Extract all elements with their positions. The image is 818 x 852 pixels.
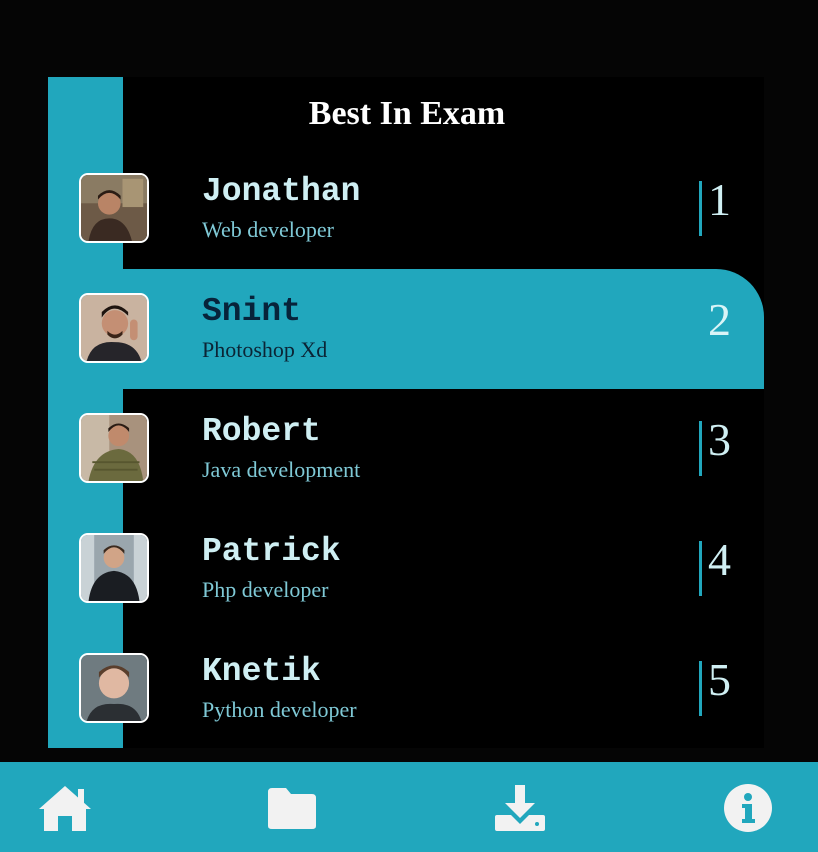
avatar-photo <box>81 295 147 361</box>
download-icon <box>495 785 545 831</box>
rank-divider <box>699 541 702 596</box>
avatar <box>79 413 149 483</box>
person-name: Jonathan <box>202 173 361 210</box>
avatar-photo <box>81 655 147 721</box>
rank-number: 1 <box>708 174 731 225</box>
leaderboard-row[interactable]: Knetik Python developer 5 <box>48 629 764 749</box>
leaderboard-list: Jonathan Web developer 1 Snint Photoshop… <box>48 149 764 749</box>
avatar-photo <box>81 415 147 481</box>
home-button[interactable] <box>35 782 95 834</box>
leaderboard-row[interactable]: Patrick Php developer 4 <box>48 509 764 629</box>
person-name: Robert <box>202 413 321 450</box>
person-role: Python developer <box>202 697 357 722</box>
avatar <box>79 173 149 243</box>
download-button[interactable] <box>490 782 550 834</box>
leaderboard-row[interactable]: Jonathan Web developer 1 <box>48 149 764 269</box>
rank-divider <box>699 661 702 716</box>
avatar <box>79 653 149 723</box>
rank-number: 2 <box>708 294 731 345</box>
person-name: Snint <box>202 293 302 330</box>
rank-number: 3 <box>708 414 731 465</box>
person-name: Knetik <box>202 653 321 690</box>
home-icon <box>39 786 91 831</box>
info-button[interactable] <box>718 782 778 834</box>
avatar-photo <box>81 175 147 241</box>
folder-button[interactable] <box>262 782 322 834</box>
rank-divider <box>699 421 702 476</box>
person-role: Web developer <box>202 217 334 242</box>
folder-icon <box>268 788 316 829</box>
leaderboard-row[interactable]: Robert Java development 3 <box>48 389 764 509</box>
rank-number: 5 <box>708 654 731 705</box>
rank-divider <box>699 181 702 236</box>
active-row-highlight <box>48 269 764 389</box>
person-role: Java development <box>202 457 361 482</box>
person-role: Photoshop Xd <box>202 337 328 362</box>
card-title: Best In Exam <box>308 95 506 132</box>
leaderboard-row-active[interactable]: Snint Photoshop Xd 2 <box>48 269 764 389</box>
person-role: Php developer <box>202 577 329 602</box>
avatar <box>79 533 149 603</box>
info-icon <box>724 784 772 832</box>
leaderboard-card: Best In Exam Jonathan Web developer 1 Sn… <box>48 77 764 748</box>
rank-number: 4 <box>708 534 731 585</box>
avatar <box>79 293 149 363</box>
person-name: Patrick <box>202 533 341 570</box>
avatar-photo <box>81 535 147 601</box>
bottom-navbar <box>0 762 818 852</box>
